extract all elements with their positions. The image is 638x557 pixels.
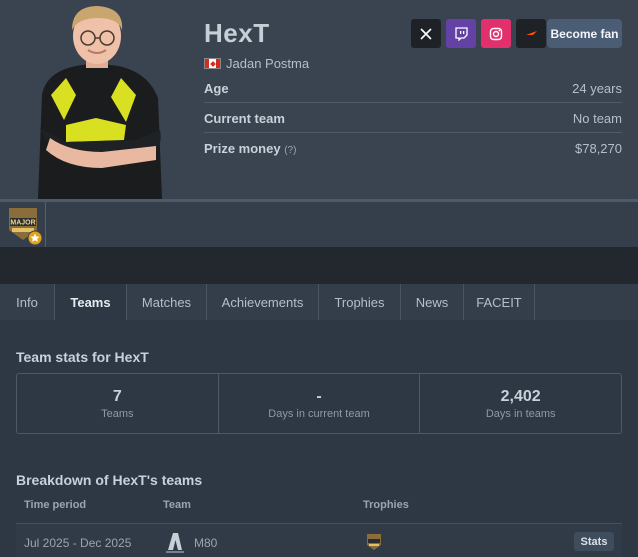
stat-caption: Days in current team bbox=[268, 408, 370, 420]
player-nickname: HexT bbox=[204, 18, 270, 48]
stats-button[interactable]: Stats bbox=[574, 532, 614, 551]
row-time-period: Jul 2025 - Dec 2025 bbox=[24, 536, 132, 550]
column-header-trophies: Trophies bbox=[363, 499, 409, 511]
stat-teams: 7 Teams bbox=[17, 374, 219, 433]
prize-money-row: Prize money (?) $78,270 bbox=[204, 133, 622, 163]
instagram-icon[interactable] bbox=[481, 19, 511, 48]
current-team-value: No team bbox=[572, 111, 622, 126]
prize-money-value: $78,270 bbox=[575, 141, 622, 156]
major-trophy-icon[interactable]: MAJOR bbox=[0, 202, 46, 247]
m80-logo-icon[interactable] bbox=[164, 530, 186, 554]
column-header-time-period: Time period bbox=[24, 499, 87, 511]
prize-money-label: Prize money (?) bbox=[204, 141, 297, 156]
current-team-label: Current team bbox=[204, 111, 285, 126]
breakdown-title: Breakdown of HexT's teams bbox=[16, 472, 203, 488]
age-value: 24 years bbox=[572, 81, 622, 96]
stat-days-current-team: - Days in current team bbox=[219, 374, 421, 433]
player-photo bbox=[6, 0, 190, 199]
become-fan-button[interactable]: Become fan bbox=[547, 19, 622, 48]
current-team-row: Current team No team bbox=[204, 103, 622, 133]
stat-value: 2,402 bbox=[500, 388, 541, 405]
tab-news[interactable]: News bbox=[401, 284, 464, 320]
row-team-name[interactable]: M80 bbox=[194, 536, 217, 550]
stat-caption: Days in teams bbox=[485, 408, 556, 420]
tab-achievements[interactable]: Achievements bbox=[207, 284, 319, 320]
x-icon[interactable] bbox=[411, 19, 441, 48]
age-label: Age bbox=[204, 81, 229, 96]
faceit-icon[interactable] bbox=[516, 19, 546, 48]
tab-info[interactable]: Info bbox=[0, 284, 55, 320]
team-stats-box: 7 Teams - Days in current team 2,402 Day… bbox=[16, 373, 622, 434]
team-stats-title: Team stats for HexT bbox=[16, 349, 149, 365]
svg-text:MAJOR: MAJOR bbox=[10, 220, 35, 227]
player-header: HexT Jadan Postma Become fan Age 24 year… bbox=[0, 0, 638, 200]
twitch-icon[interactable] bbox=[446, 19, 476, 48]
player-real-name: Jadan Postma bbox=[226, 56, 310, 71]
achievements-strip: MAJOR bbox=[0, 202, 638, 247]
canada-flag-icon bbox=[204, 58, 221, 69]
tab-teams[interactable]: Teams bbox=[55, 284, 127, 320]
tab-trophies[interactable]: Trophies bbox=[319, 284, 401, 320]
profile-tabs: Info Teams Matches Achievements Trophies… bbox=[0, 284, 638, 320]
stat-caption: Teams bbox=[101, 408, 134, 420]
prize-help-hint[interactable]: (?) bbox=[284, 145, 296, 156]
tab-faceit[interactable]: FACEIT bbox=[464, 284, 535, 320]
stat-value: - bbox=[316, 388, 322, 405]
stat-days-in-teams: 2,402 Days in teams bbox=[420, 374, 621, 433]
column-header-team: Team bbox=[163, 499, 191, 511]
spacer-band bbox=[0, 247, 638, 284]
major-trophy-icon[interactable] bbox=[365, 532, 383, 552]
stat-value: 7 bbox=[112, 388, 122, 405]
age-row: Age 24 years bbox=[204, 73, 622, 103]
tab-matches[interactable]: Matches bbox=[127, 284, 207, 320]
